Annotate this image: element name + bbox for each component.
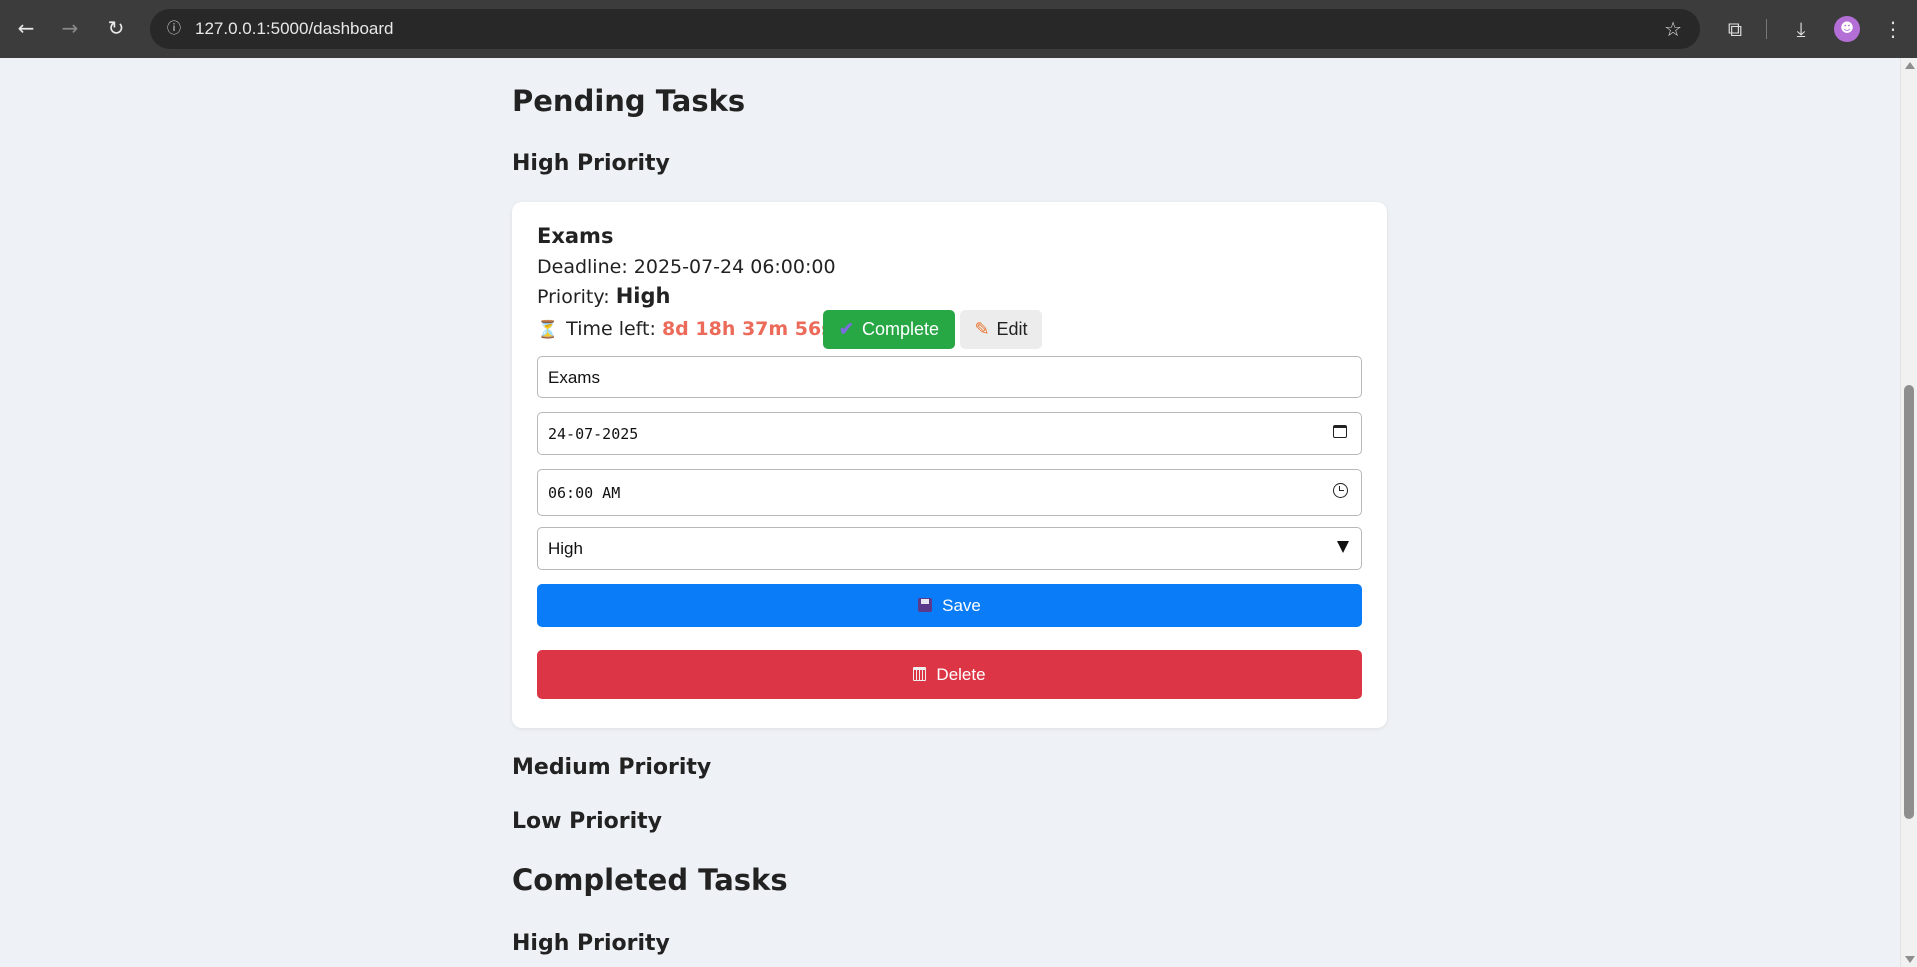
medium-priority-heading: Medium Priority — [512, 755, 712, 780]
site-info-icon[interactable]: ⓘ — [162, 17, 186, 41]
page-scrollbar[interactable] — [1900, 58, 1917, 967]
menu-kebab-icon[interactable]: ⋮ — [1879, 15, 1907, 43]
scroll-down-arrow-icon[interactable] — [1905, 956, 1915, 963]
priority-label: Priority: — [537, 286, 610, 308]
forward-icon[interactable]: → — [56, 14, 84, 42]
toolbar-divider — [1766, 19, 1767, 39]
profile-avatar[interactable]: ☻ — [1834, 16, 1860, 42]
completed-tasks-heading: Completed Tasks — [512, 863, 788, 897]
priority-select-value: High — [548, 539, 583, 558]
task-title: Exams — [537, 224, 614, 248]
time-left-label: Time left: — [566, 318, 656, 340]
url-text[interactable]: 127.0.0.1:5000/dashboard — [195, 19, 394, 39]
delete-button-label: Delete — [936, 665, 986, 684]
check-icon: ✔ — [838, 319, 855, 339]
pencil-icon: ✎ — [974, 319, 990, 339]
chevron-down-icon[interactable] — [1337, 541, 1349, 553]
hourglass-icon: ⏳ — [537, 320, 559, 340]
pending-tasks-heading: Pending Tasks — [512, 84, 746, 118]
scroll-up-arrow-icon[interactable] — [1905, 62, 1915, 69]
complete-button-label: Complete — [862, 319, 940, 339]
deadline-label: Deadline: — [537, 256, 628, 278]
complete-button[interactable]: ✔ Complete — [823, 310, 955, 349]
time-left-value: 8d 18h 37m 56s — [661, 318, 833, 340]
task-priority: Priority: High — [537, 284, 670, 308]
task-deadline: Deadline: 2025-07-24 06:00:00 — [537, 256, 836, 278]
wastebasket-icon — [913, 667, 927, 681]
browser-toolbar: ← → ↻ ⓘ 127.0.0.1:5000/dashboard ☆ ⧉ ⤓ ☻… — [0, 0, 1917, 58]
back-icon[interactable]: ← — [12, 14, 40, 42]
low-priority-heading: Low Priority — [512, 809, 662, 834]
time-input-value: 06:00 AM — [548, 484, 621, 502]
calendar-icon[interactable] — [1333, 425, 1347, 438]
save-button-label: Save — [942, 596, 981, 615]
task-card: Exams Deadline: 2025-07-24 06:00:00 Prio… — [512, 202, 1387, 728]
task-title-input[interactable]: Exams — [537, 356, 1362, 398]
completed-high-priority-heading: High Priority — [512, 931, 670, 956]
scrollbar-thumb[interactable] — [1904, 385, 1914, 819]
reload-icon[interactable]: ↻ — [102, 14, 130, 42]
delete-button[interactable]: Delete — [537, 650, 1362, 699]
save-button[interactable]: Save — [537, 584, 1362, 627]
edit-button-label: Edit — [996, 319, 1028, 339]
deadline-value: 2025-07-24 06:00:00 — [633, 256, 836, 278]
priority-select[interactable]: High — [537, 527, 1362, 570]
priority-value: High — [615, 284, 671, 308]
deadline-date-input[interactable]: 24-07-2025 — [537, 412, 1362, 455]
edit-button[interactable]: ✎ Edit — [960, 310, 1042, 349]
clock-icon[interactable] — [1333, 483, 1348, 498]
floppy-disk-icon — [918, 598, 933, 612]
task-time-left: ⏳ Time left: 8d 18h 37m 56s — [537, 318, 833, 340]
title-input-value: Exams — [548, 368, 600, 387]
bookmark-star-icon[interactable]: ☆ — [1664, 17, 1682, 41]
deadline-time-input[interactable]: 06:00 AM — [537, 469, 1362, 516]
extensions-icon[interactable]: ⧉ — [1721, 15, 1749, 43]
high-priority-heading: High Priority — [512, 151, 670, 176]
address-bar[interactable]: ⓘ 127.0.0.1:5000/dashboard ☆ — [150, 9, 1700, 49]
download-icon[interactable]: ⤓ — [1787, 15, 1815, 43]
date-input-value: 24-07-2025 — [548, 425, 639, 443]
